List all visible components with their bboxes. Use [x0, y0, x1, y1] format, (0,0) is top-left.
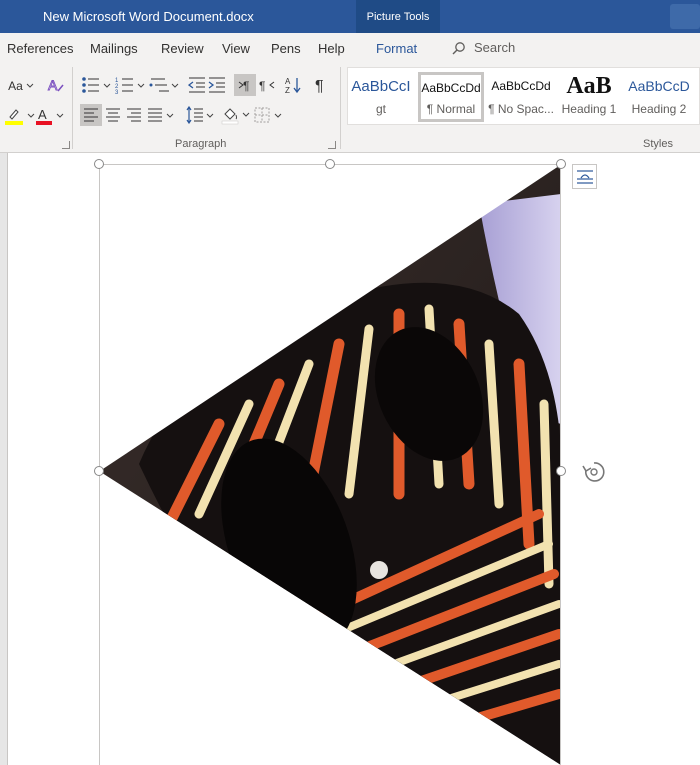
text-effects-button[interactable]: A: [45, 74, 67, 96]
numbering-button[interactable]: 1 2 3: [114, 74, 146, 96]
resize-handle-top-right[interactable]: [556, 159, 566, 169]
svg-text:3: 3: [115, 90, 119, 94]
paragraph-dialog-launcher[interactable]: [328, 141, 336, 149]
style-sample: AaBbCcI: [351, 77, 411, 95]
ribbon-tabs: References Mailings Review View Pens Hel…: [0, 33, 700, 63]
svg-text:A: A: [48, 77, 58, 93]
align-left-icon: [84, 108, 98, 122]
style-label: ¶ Normal: [426, 102, 476, 116]
ribbon: Aa A A 1 2 3 ¶ ¶ A Z ¶ Paragraph AaBbCcI…: [0, 63, 700, 153]
left-margin-bar: [0, 153, 8, 765]
align-center-button[interactable]: [102, 104, 124, 126]
resize-handle-top-left[interactable]: [94, 159, 104, 169]
svg-text:Z: Z: [285, 86, 290, 94]
styles-group-label: Styles: [643, 138, 673, 150]
multilevel-list-button[interactable]: [148, 74, 180, 96]
decrease-indent-icon: [188, 77, 205, 93]
resize-handle-top-center[interactable]: [325, 159, 335, 169]
style-sample: AaBbCcDd: [421, 80, 481, 95]
decrease-indent-button[interactable]: [186, 74, 208, 96]
align-right-icon: [127, 108, 141, 122]
svg-text:¶: ¶: [259, 79, 265, 93]
group-divider: [340, 67, 341, 149]
change-case-label: Aa: [8, 79, 23, 93]
svg-text:¶: ¶: [315, 78, 324, 94]
multilevel-list-icon: [149, 78, 179, 92]
line-spacing-button[interactable]: [184, 104, 216, 126]
highlight-icon: [5, 109, 35, 125]
rotate-handle-icon[interactable]: [582, 460, 606, 486]
pilcrow-icon: ¶: [315, 78, 324, 94]
styles-gallery: AaBbCcI gt AaBbCcDd ¶ Normal AaBbCcDd ¶ …: [347, 67, 700, 125]
ltr-icon: ¶: [238, 79, 249, 93]
group-divider: [72, 67, 73, 149]
ltr-button[interactable]: ¶: [234, 74, 256, 96]
increase-indent-button[interactable]: [206, 74, 228, 96]
sort-button[interactable]: A Z: [282, 74, 304, 96]
layout-options-button[interactable]: [572, 164, 597, 189]
increase-indent-icon: [208, 77, 225, 93]
shading-icon: [221, 108, 250, 125]
style-heading-2[interactable]: AaBbCcD Heading 2: [624, 72, 694, 122]
title-bar: New Microsoft Word Document.docx Picture…: [0, 0, 700, 33]
sort-icon: A Z: [285, 77, 301, 94]
style-sample: AaBbCcD: [628, 78, 690, 94]
style-label: Heading 2: [631, 102, 687, 116]
tab-pens[interactable]: Pens: [271, 41, 301, 56]
chevron-down-icon: [26, 83, 34, 88]
shading-button[interactable]: [220, 104, 252, 126]
style-gt[interactable]: AaBbCcI gt: [348, 72, 414, 122]
align-center-icon: [106, 108, 120, 122]
bullets-button[interactable]: [80, 74, 112, 96]
style-sample: AaB: [566, 72, 612, 99]
style-sample: AaBbCcDd: [491, 79, 551, 93]
highlight-button[interactable]: [4, 105, 36, 127]
style-label: gt: [375, 102, 386, 116]
text-effects-icon: A: [48, 77, 64, 93]
bullets-icon: [82, 77, 111, 93]
tab-references[interactable]: References: [7, 41, 73, 56]
document-title: New Microsoft Word Document.docx: [43, 9, 254, 24]
svg-text:A: A: [38, 107, 47, 122]
line-spacing-icon: [186, 106, 214, 124]
resize-handle-middle-left[interactable]: [94, 466, 104, 476]
font-dialog-launcher[interactable]: [62, 141, 70, 149]
picture-selection-frame: [99, 164, 561, 765]
tab-help[interactable]: Help: [318, 41, 345, 56]
show-hide-marks-button[interactable]: ¶: [310, 74, 332, 96]
borders-button[interactable]: [252, 104, 284, 126]
borders-icon: [254, 107, 282, 123]
svg-text:¶: ¶: [243, 79, 249, 93]
align-right-button[interactable]: [123, 104, 145, 126]
change-case-button[interactable]: Aa: [6, 75, 36, 97]
style-no-spacing[interactable]: AaBbCcDd ¶ No Spac...: [488, 72, 554, 122]
search-label: Search: [474, 40, 516, 55]
search-icon: [452, 41, 465, 54]
font-color-button[interactable]: A: [34, 105, 66, 127]
paragraph-group-label: Paragraph: [175, 138, 227, 150]
style-normal[interactable]: AaBbCcDd ¶ Normal: [418, 72, 484, 122]
search-box[interactable]: Search: [452, 40, 515, 55]
rtl-button[interactable]: ¶: [256, 74, 278, 96]
style-heading-1[interactable]: AaB Heading 1: [556, 72, 622, 122]
tab-format[interactable]: Format: [376, 41, 417, 56]
layout-options-icon: [576, 169, 593, 184]
tab-review[interactable]: Review: [161, 41, 204, 56]
picture-tools-context-tab: Picture Tools: [356, 0, 440, 33]
tab-mailings[interactable]: Mailings: [90, 41, 138, 56]
svg-text:A: A: [285, 77, 291, 86]
style-label: Heading 1: [561, 102, 617, 116]
justify-icon: [148, 108, 174, 122]
align-left-button[interactable]: [80, 104, 102, 126]
tab-view[interactable]: View: [222, 41, 250, 56]
resize-handle-middle-right[interactable]: [556, 466, 566, 476]
numbering-icon: 1 2 3: [115, 78, 145, 94]
account-button[interactable]: [670, 4, 700, 29]
style-label: ¶ No Spac...: [488, 102, 554, 116]
rtl-icon: ¶: [259, 79, 275, 93]
justify-button[interactable]: [145, 104, 177, 126]
font-color-icon: A: [36, 107, 64, 125]
